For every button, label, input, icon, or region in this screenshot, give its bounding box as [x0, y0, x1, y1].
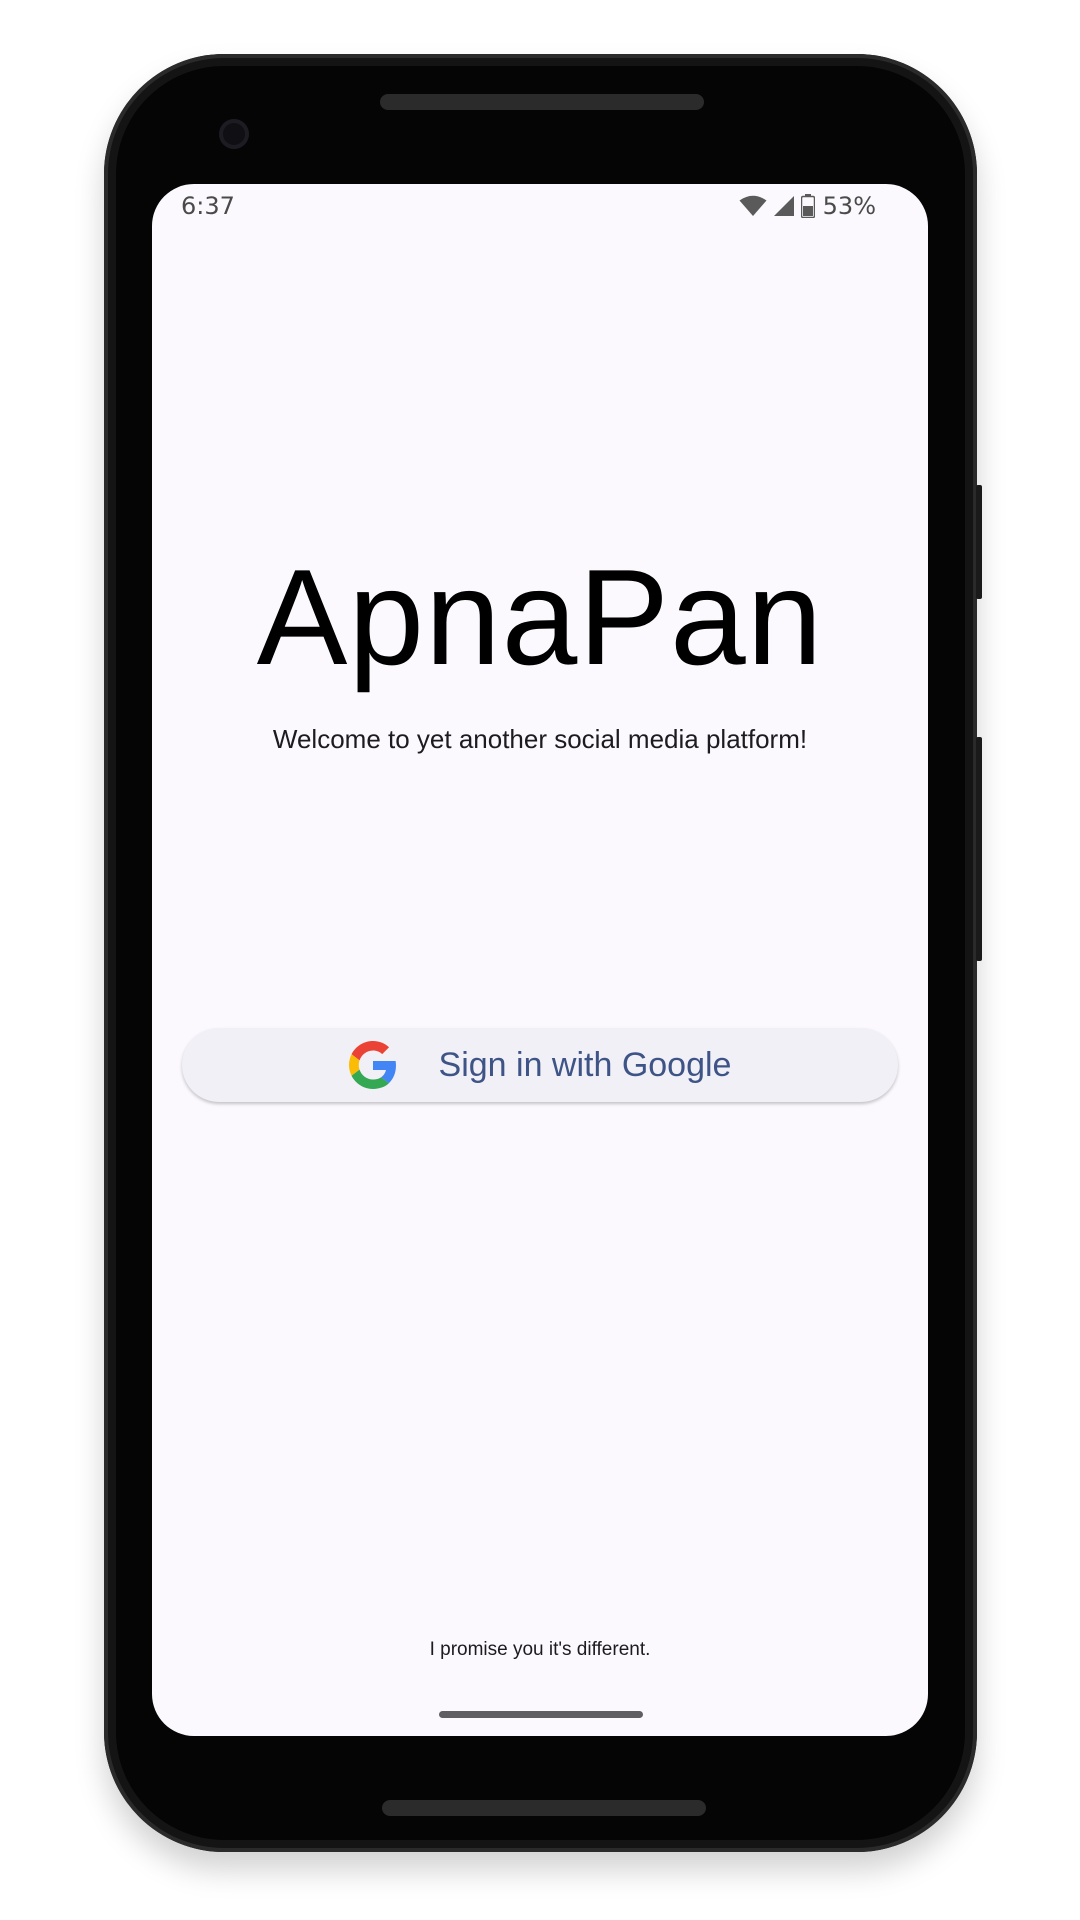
power-button	[976, 485, 982, 599]
app-screen: 6:37 53% ApnaPan Welcome to yet another …	[152, 184, 928, 1736]
front-camera	[219, 119, 249, 149]
top-speaker	[380, 94, 704, 110]
wifi-icon	[739, 195, 767, 217]
google-sign-in-button[interactable]: Sign in with Google	[182, 1028, 898, 1102]
home-indicator[interactable]	[439, 1711, 643, 1718]
cell-signal-icon	[773, 195, 795, 217]
app-title: ApnaPan	[256, 541, 824, 693]
google-sign-in-label: Sign in with Google	[438, 1045, 732, 1084]
bottom-speaker	[382, 1800, 706, 1816]
device-frame-canvas: 6:37 53% ApnaPan Welcome to yet another …	[0, 0, 1080, 1920]
status-bar: 6:37 53%	[152, 184, 928, 228]
battery-percentage: 53%	[822, 192, 876, 220]
status-icons: 53%	[739, 192, 876, 220]
app-subtitle: Welcome to yet another social media plat…	[272, 724, 808, 754]
google-logo-icon	[348, 1041, 397, 1089]
volume-button	[976, 737, 982, 961]
status-time: 6:37	[181, 192, 235, 220]
footer-tagline: I promise you it's different.	[429, 1639, 651, 1660]
battery-icon	[800, 194, 815, 218]
